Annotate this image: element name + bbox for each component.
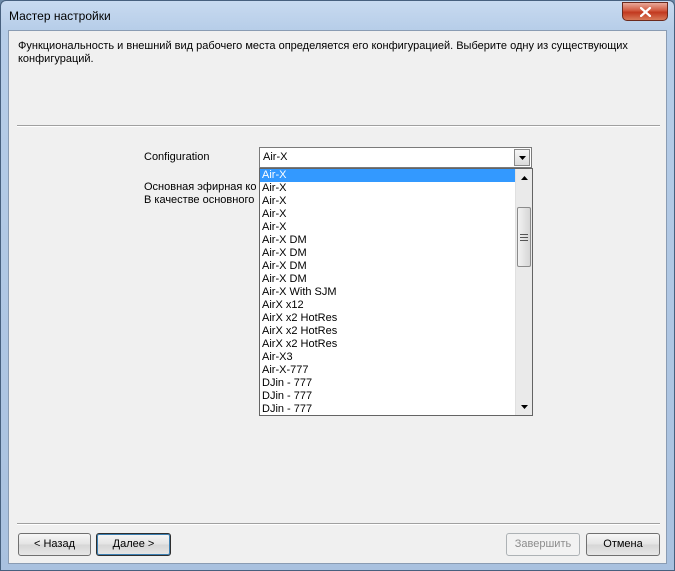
chevron-down-icon: [518, 155, 526, 160]
configuration-option[interactable]: DJin - 777: [260, 390, 516, 403]
configuration-option[interactable]: Air-X DM: [260, 260, 516, 273]
configuration-option[interactable]: DJin - 777: [260, 377, 516, 390]
configuration-option[interactable]: AirX x2 HotRes: [260, 325, 516, 338]
close-icon: [639, 6, 651, 17]
top-separator: [17, 125, 660, 127]
configuration-selected-value: Air-X: [263, 151, 288, 163]
finish-button[interactable]: Завершить: [506, 533, 580, 556]
configuration-option[interactable]: Air-X: [260, 169, 516, 182]
configuration-option[interactable]: Air-X3: [260, 351, 516, 364]
configuration-options: Air-X Air-X Air-X Air-X Air-X Air-X DM Air-X D…: [260, 169, 516, 415]
main-broadcast-label: Основная эфирная ко: [144, 181, 257, 193]
configuration-option[interactable]: Air-X: [260, 182, 516, 195]
configuration-option[interactable]: Air-X DM: [260, 247, 516, 260]
combobox-dropdown-button[interactable]: [514, 149, 530, 166]
configuration-option[interactable]: AirX x2 HotRes: [260, 312, 516, 325]
scroll-thumb[interactable]: [517, 207, 531, 267]
scroll-up-button[interactable]: [516, 169, 532, 186]
window-title: Мастер настройки: [9, 9, 111, 23]
configuration-option[interactable]: AirX x12: [260, 299, 516, 312]
configuration-option[interactable]: AirX x2 HotRes: [260, 338, 516, 351]
configuration-option[interactable]: Air-X With SJM: [260, 286, 516, 299]
next-button[interactable]: Далее >: [96, 533, 171, 556]
back-button[interactable]: < Назад: [18, 533, 91, 556]
configuration-dropdown-list[interactable]: Air-X Air-X Air-X Air-X Air-X Air-X DM Air-X D…: [259, 168, 533, 416]
configuration-option[interactable]: Air-X DM: [260, 234, 516, 247]
configuration-combobox[interactable]: Air-X: [259, 147, 532, 168]
scroll-down-button[interactable]: [516, 398, 532, 415]
configuration-option[interactable]: Air-X: [260, 221, 516, 234]
intro-text: Функциональность и внешний вид рабочего …: [18, 40, 628, 65]
title-bar[interactable]: Мастер настройки: [1, 1, 674, 31]
close-button[interactable]: [622, 2, 668, 21]
cancel-button[interactable]: Отмена: [586, 533, 660, 556]
configuration-option[interactable]: Air-X-777: [260, 364, 516, 377]
configuration-option[interactable]: Air-X DM: [260, 273, 516, 286]
bottom-separator: [17, 523, 660, 525]
configuration-option[interactable]: Air-X: [260, 208, 516, 221]
configuration-option[interactable]: DJin - 777: [260, 403, 516, 415]
configuration-option[interactable]: Air-X: [260, 195, 516, 208]
configuration-label: Configuration: [144, 151, 210, 163]
dropdown-scrollbar[interactable]: [515, 169, 532, 415]
wizard-client-area: Функциональность и внешний вид рабочего …: [8, 30, 667, 564]
setup-wizard-window: Мастер настройки Функциональность и внеш…: [0, 0, 675, 571]
arrow-up-icon: [520, 175, 528, 180]
grip-icon: [520, 233, 528, 241]
arrow-down-icon: [520, 404, 528, 409]
primary-label: В качестве основного: [144, 194, 255, 206]
